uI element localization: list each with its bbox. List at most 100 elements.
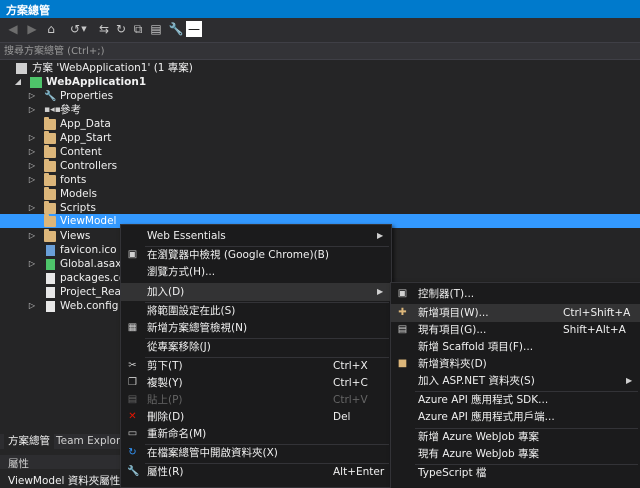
menu-item-label: 屬性(R) xyxy=(147,466,184,478)
tree-item-fonts[interactable]: ▷ fonts xyxy=(0,173,640,187)
menu-item-rename[interactable]: ▭ 重新命名(M) xyxy=(121,425,391,443)
folder-icon xyxy=(44,201,56,214)
submenu-item-new-item[interactable]: ✚ 新增項目(W)... Ctrl+Shift+A xyxy=(391,304,640,322)
collapsed-arrow-icon[interactable]: ▷ xyxy=(28,131,36,145)
collapsed-arrow-icon[interactable]: ▷ xyxy=(28,159,36,173)
properties-wrench-icon[interactable]: 🔧 xyxy=(168,21,184,37)
menu-item-scope-to-this[interactable]: 將範圍設定在此(S) xyxy=(121,302,391,320)
menu-item-shortcut: Shift+Alt+A xyxy=(563,324,626,336)
collapsed-arrow-icon[interactable]: ▷ xyxy=(28,89,36,103)
menu-item-label: 在檔案總管中開啟資料夾(X) xyxy=(147,447,278,459)
back-icon[interactable]: ◀ xyxy=(5,21,21,37)
preview-icon[interactable]: — xyxy=(186,21,202,37)
menu-item-copy[interactable]: ❐ 複製(Y) Ctrl+C xyxy=(121,374,391,392)
folder-icon xyxy=(44,117,56,130)
tree-item-content[interactable]: ▷ Content xyxy=(0,145,640,159)
tab-solution-explorer[interactable]: 方案總管 xyxy=(4,434,54,449)
menu-item-shortcut: Ctrl+X xyxy=(333,360,368,372)
existing-item-icon: ▤ xyxy=(397,324,408,335)
config-file-icon xyxy=(46,301,55,312)
search-input[interactable] xyxy=(4,43,624,59)
menu-item-label: 加入(D) xyxy=(147,286,185,298)
collapsed-arrow-icon[interactable]: ▷ xyxy=(28,103,36,117)
collapsed-arrow-icon[interactable]: ▷ xyxy=(28,173,36,187)
scissors-icon: ✂ xyxy=(128,360,137,371)
folder-icon xyxy=(44,173,56,186)
submenu-item-existing-item[interactable]: ▤ 現有項目(G)... Shift+Alt+A xyxy=(391,321,640,339)
tree-item-properties[interactable]: ▷ 🔧 Properties xyxy=(0,89,640,103)
menu-item-add[interactable]: 加入(D) ▶ xyxy=(121,283,391,301)
tree-item-controllers[interactable]: ▷ Controllers xyxy=(0,159,640,173)
add-submenu: ▣ 控制器(T)... ✚ 新增項目(W)... Ctrl+Shift+A ▤ … xyxy=(390,282,640,488)
tree-item-label: Content xyxy=(60,146,102,158)
menu-item-properties[interactable]: 🔧 屬性(R) Alt+Enter xyxy=(121,463,391,481)
submenu-item-existing-webjob[interactable]: 現有 Azure WebJob 專案 xyxy=(391,445,640,463)
wrench-icon: 🔧 xyxy=(127,466,140,477)
menu-item-label: 重新命名(M) xyxy=(147,428,207,440)
menu-item-view-in-browser[interactable]: ▣ 在瀏覽器中檢視 (Google Chrome)(B) xyxy=(121,246,391,264)
submenu-item-new-webjob[interactable]: 新增 Azure WebJob 專案 xyxy=(391,428,640,446)
menu-item-web-essentials[interactable]: Web Essentials ▶ xyxy=(121,227,391,245)
tree-item-label: Properties xyxy=(60,90,114,102)
toolbar: ◀ ▶ ⌂ ↺ ▼ ⇆ ↻ ⧉ ▤ 🔧 — xyxy=(0,18,640,42)
tree-item-models[interactable]: Models xyxy=(0,187,640,201)
collapsed-arrow-icon[interactable]: ▷ xyxy=(28,257,36,271)
new-folder-icon: ■ xyxy=(397,358,408,369)
properties-object-label: ViewModel 資料夾屬性 xyxy=(8,475,121,487)
collapsed-arrow-icon[interactable]: ▷ xyxy=(28,201,36,215)
tree-item-label: Scripts xyxy=(60,202,96,214)
submenu-arrow-icon: ▶ xyxy=(377,287,384,296)
tree-item-label: App_Start xyxy=(60,132,112,144)
menu-item-label: 加入 ASP.NET 資料夾(S) xyxy=(418,375,535,387)
folder-icon xyxy=(44,131,56,144)
menu-item-cut[interactable]: ✂ 剪下(T) Ctrl+X xyxy=(121,357,391,375)
submenu-item-new-folder[interactable]: ■ 新增資料夾(D) xyxy=(391,355,640,373)
menu-item-shortcut: Alt+Enter xyxy=(333,466,385,478)
tree-item-label: Global.asax xyxy=(60,258,122,270)
menu-item-exclude-from-project[interactable]: 從專案移除(J) xyxy=(121,338,391,356)
submenu-arrow-icon: ▶ xyxy=(626,376,633,385)
submenu-item-add-aspnet-folder[interactable]: 加入 ASP.NET 資料夾(S) ▶ xyxy=(391,372,640,390)
menu-item-open-in-explorer[interactable]: ↻ 在檔案總管中開啟資料夾(X) xyxy=(121,444,391,462)
menu-item-delete[interactable]: ✕ 刪除(D) Del xyxy=(121,408,391,426)
menu-item-browse-with[interactable]: 瀏覽方式(H)... xyxy=(121,263,391,281)
tree-item-references[interactable]: ▷ ▪◂▪ 參考 xyxy=(0,103,640,117)
project-label: WebApplication1 xyxy=(46,76,147,88)
tree-item-app-start[interactable]: ▷ App_Start xyxy=(0,131,640,145)
menu-item-label: Azure API 應用程式 SDK... xyxy=(418,394,549,406)
submenu-item-azure-api-client[interactable]: Azure API 應用程式用戶端... xyxy=(391,408,640,426)
tree-item-scripts[interactable]: ▷ Scripts xyxy=(0,201,640,215)
menu-item-new-explorer-view[interactable]: ▦ 新增方案總管檢視(N) xyxy=(121,319,391,337)
submenu-item-azure-api-sdk[interactable]: Azure API 應用程式 SDK... xyxy=(391,391,640,409)
wrench-icon: 🔧 xyxy=(44,91,57,102)
show-all-files-icon[interactable]: ▤ xyxy=(148,21,164,37)
refresh-icon[interactable]: ↻ xyxy=(113,21,129,37)
folder-icon xyxy=(44,214,56,227)
submenu-item-controller[interactable]: ▣ 控制器(T)... xyxy=(391,285,640,303)
home-icon[interactable]: ⌂ xyxy=(43,21,59,37)
folder-icon xyxy=(44,145,56,158)
sync-icon[interactable]: ⇆ xyxy=(96,21,112,37)
menu-item-label: 瀏覽方式(H)... xyxy=(147,266,216,278)
collapsed-arrow-icon[interactable]: ▷ xyxy=(28,145,36,159)
menu-item-label: 在瀏覽器中檢視 (Google Chrome)(B) xyxy=(147,249,329,261)
web-project-icon xyxy=(30,77,42,88)
tree-item-label: ViewModel xyxy=(60,215,117,227)
search-bar xyxy=(0,42,640,60)
tree-item-app-data[interactable]: App_Data xyxy=(0,117,640,131)
forward-icon[interactable]: ▶ xyxy=(24,21,40,37)
collapse-all-icon[interactable]: ⧉ xyxy=(130,21,146,37)
panel-title-bar: 方案總管 xyxy=(0,0,640,18)
collapsed-arrow-icon[interactable]: ▷ xyxy=(28,299,36,313)
menu-item-shortcut: Ctrl+V xyxy=(333,394,368,406)
copy-icon: ❐ xyxy=(128,377,137,388)
tree-solution[interactable]: 方案 'WebApplication1' (1 專案) xyxy=(0,61,640,75)
history-dropdown-icon[interactable]: ▼ xyxy=(80,21,88,37)
menu-item-label: 貼上(P) xyxy=(147,394,183,406)
expanded-arrow-icon[interactable]: ◢ xyxy=(14,75,22,89)
submenu-item-typescript-file[interactable]: TypeScript 檔 xyxy=(391,464,640,482)
tree-item-label: 參考 xyxy=(60,104,81,116)
submenu-item-new-scaffold[interactable]: 新增 Scaffold 項目(F)... xyxy=(391,338,640,356)
tree-project[interactable]: ◢ WebApplication1 xyxy=(0,75,640,89)
collapsed-arrow-icon[interactable]: ▷ xyxy=(28,229,36,243)
